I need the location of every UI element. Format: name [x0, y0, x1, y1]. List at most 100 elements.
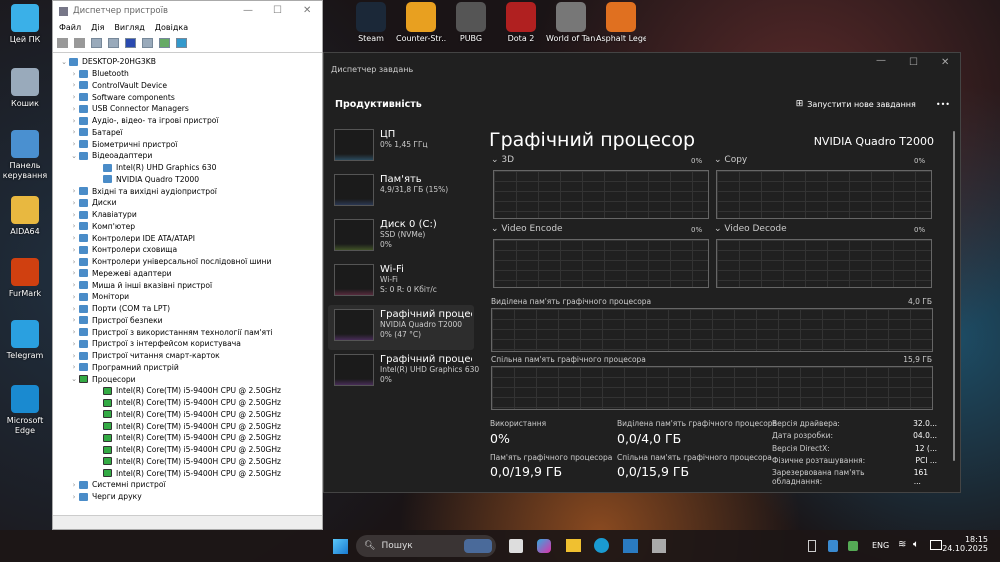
chevron-right-icon[interactable]: › — [69, 140, 79, 148]
chevron-right-icon[interactable]: › — [69, 305, 79, 313]
volume-icon[interactable]: 🔈︎ — [913, 539, 919, 550]
tree-item[interactable]: › Software components — [53, 91, 322, 103]
tree-item[interactable]: Intel(R) Core(TM) i5-9400H CPU @ 2.50GHz — [53, 397, 322, 409]
tree-item[interactable]: Intel(R) Core(TM) i5-9400H CPU @ 2.50GHz — [53, 409, 322, 421]
tree-item[interactable]: ⌄ DESKTOP-20HG3KB — [53, 56, 322, 68]
tree-item[interactable]: Intel(R) Core(TM) i5-9400H CPU @ 2.50GHz — [53, 385, 322, 397]
engine-label[interactable]: ⌄ 3D — [491, 155, 514, 165]
search-box[interactable]: 🔍︎ Пошук — [356, 535, 496, 557]
desktop-icon-telegram[interactable]: Telegram — [0, 320, 50, 361]
chevron-right-icon[interactable]: › — [69, 481, 79, 489]
chevron-right-icon[interactable]: › — [69, 281, 79, 289]
tree-item[interactable]: › Комп'ютер — [53, 221, 322, 233]
maximize-button[interactable]: ☐ — [909, 57, 918, 68]
sidebar-item[interactable]: Диск 0 (C:) SSD (NVMe) 0% — [328, 215, 474, 260]
battery-icon[interactable] — [930, 540, 942, 550]
task-manager-icon[interactable] — [623, 539, 638, 553]
back-icon[interactable] — [57, 38, 68, 48]
desktop-icon-dota2[interactable]: Dota 2 — [496, 2, 546, 43]
tree-item[interactable]: › ControlVault Device — [53, 80, 322, 92]
tree-item[interactable]: › Контролери IDE ATA/ATAPI — [53, 232, 322, 244]
sidebar-item[interactable]: ЦП 0% 1,45 ГГц — [328, 125, 474, 170]
chevron-right-icon[interactable]: › — [69, 81, 79, 89]
maximize-button[interactable]: ☐ — [273, 5, 282, 16]
tree-item[interactable]: Intel(R) Core(TM) i5-9400H CPU @ 2.50GHz — [53, 456, 322, 468]
chevron-right-icon[interactable]: › — [69, 199, 79, 207]
tree-item[interactable]: › Мережеві адаптери — [53, 268, 322, 280]
desktop-icon-folder[interactable]: AIDA64 — [0, 196, 50, 237]
nvidia-icon[interactable] — [848, 541, 858, 551]
desktop-icon-recycle-bin[interactable]: Кошик — [0, 68, 50, 109]
tree-item[interactable]: › Пристрої безпеки — [53, 315, 322, 327]
chevron-right-icon[interactable]: › — [69, 328, 79, 336]
desktop-icon-counter-strike[interactable]: Counter-Str... — [396, 2, 446, 43]
tree-item[interactable]: › Аудіо-, відео- та ігрові пристрої — [53, 115, 322, 127]
chevron-right-icon[interactable]: › — [69, 187, 79, 195]
tree-item[interactable]: › Черги друку — [53, 491, 322, 503]
tree-item[interactable]: Intel(R) Core(TM) i5-9400H CPU @ 2.50GHz — [53, 432, 322, 444]
desktop-icon-asphalt[interactable]: Asphalt Legends — [596, 2, 646, 43]
minimize-button[interactable]: — — [243, 5, 253, 16]
tablet-icon[interactable] — [808, 540, 816, 552]
update-driver-icon[interactable] — [108, 38, 119, 48]
minimize-button[interactable]: — — [876, 55, 886, 66]
sidebar-item[interactable]: Пам'ять 4,9/31,8 ГБ (15%) — [328, 170, 474, 215]
sidebar-item[interactable]: Графічний процесорNVIDIA Quadro T20000% … — [328, 305, 474, 350]
tree-item[interactable]: NVIDIA Quadro T2000 — [53, 174, 322, 186]
desktop-icon-edge[interactable]: Microsoft Edge — [0, 385, 50, 436]
desktop-icon-steam[interactable]: Steam — [346, 2, 396, 43]
tree-item[interactable]: › Контролери універсальної послідовної ши… — [53, 256, 322, 268]
sidebar-item[interactable]: Графічний процесорIntel(R) UHD Graphics … — [328, 350, 479, 395]
store-icon[interactable] — [509, 539, 523, 553]
properties-icon[interactable] — [91, 38, 102, 48]
chevron-right-icon[interactable]: › — [69, 493, 79, 501]
close-button[interactable]: ✕ — [303, 5, 311, 16]
engine-label[interactable]: ⌄ Copy — [714, 155, 747, 165]
chevron-right-icon[interactable]: › — [69, 222, 79, 230]
chevron-down-icon[interactable]: ⌄ — [59, 58, 69, 66]
chevron-right-icon[interactable]: › — [69, 234, 79, 242]
chevron-right-icon[interactable]: › — [69, 105, 79, 113]
security-icon[interactable] — [828, 540, 838, 552]
engine-label[interactable]: ⌄ Video Encode — [491, 224, 563, 234]
chevron-right-icon[interactable]: › — [69, 93, 79, 101]
wifi-icon[interactable]: ≋ — [898, 539, 906, 550]
sidebar-item[interactable]: Wi-Fi Wi-Fi S: 0 R: 0 Кбіт/с — [328, 260, 474, 305]
tree-item[interactable]: › Контролери сховища — [53, 244, 322, 256]
edge-icon[interactable] — [594, 538, 609, 553]
tree-item[interactable]: › Пристрої з інтерфейсом користувача — [53, 338, 322, 350]
chevron-right-icon[interactable]: › — [69, 340, 79, 348]
run-new-task-button[interactable]: ⊞ Запустити нове завдання — [796, 99, 916, 109]
tree-item[interactable]: › Миша й інші вказівні пристрої — [53, 279, 322, 291]
help-icon[interactable] — [125, 38, 136, 48]
chevron-right-icon[interactable]: › — [69, 258, 79, 266]
desktop-icon-control-panel[interactable]: Панель керування — [0, 130, 50, 181]
chevron-down-icon[interactable]: ⌄ — [69, 375, 79, 383]
chevron-right-icon[interactable]: › — [69, 269, 79, 277]
chevron-right-icon[interactable]: › — [69, 211, 79, 219]
desktop-icon-monitor[interactable]: Цей ПК — [0, 4, 50, 45]
tree-item[interactable]: › Диски — [53, 197, 322, 209]
menu-view[interactable]: Вигляд — [114, 23, 144, 32]
chevron-right-icon[interactable]: › — [69, 293, 79, 301]
tree-item[interactable]: › Біометричні пристрої — [53, 138, 322, 150]
tree-item[interactable]: › Пристрої читання смарт-карток — [53, 350, 322, 362]
tree-item[interactable]: › Bluetooth — [53, 68, 322, 80]
menu-action[interactable]: Дія — [91, 23, 104, 32]
tree-item[interactable]: › Програмний пристрій — [53, 362, 322, 374]
add-hardware-icon[interactable] — [159, 38, 170, 48]
file-explorer-icon[interactable] — [566, 539, 581, 552]
monitor-icon[interactable] — [176, 38, 187, 48]
tree-item[interactable]: Intel(R) Core(TM) i5-9400H CPU @ 2.50GHz — [53, 444, 322, 456]
forward-icon[interactable] — [74, 38, 85, 48]
tree-item[interactable]: Intel(R) Core(TM) i5-9400H CPU @ 2.50GHz — [53, 467, 322, 479]
tree-item[interactable]: › Пристрої з використанням технології пам… — [53, 326, 322, 338]
chevron-down-icon[interactable]: ⌄ — [69, 152, 79, 160]
menu-file[interactable]: Файл — [59, 23, 81, 32]
desktop-icon-pubg[interactable]: PUBG — [446, 2, 496, 43]
tree-item[interactable]: › USB Connector Managers — [53, 103, 322, 115]
desktop-icon-world-of-tanks[interactable]: World of Tanks — [546, 2, 596, 43]
close-button[interactable]: ✕ — [941, 57, 949, 68]
scrollbar[interactable] — [953, 131, 955, 461]
tree-item[interactable]: › Вхідні та вихідні аудіопристрої — [53, 185, 322, 197]
